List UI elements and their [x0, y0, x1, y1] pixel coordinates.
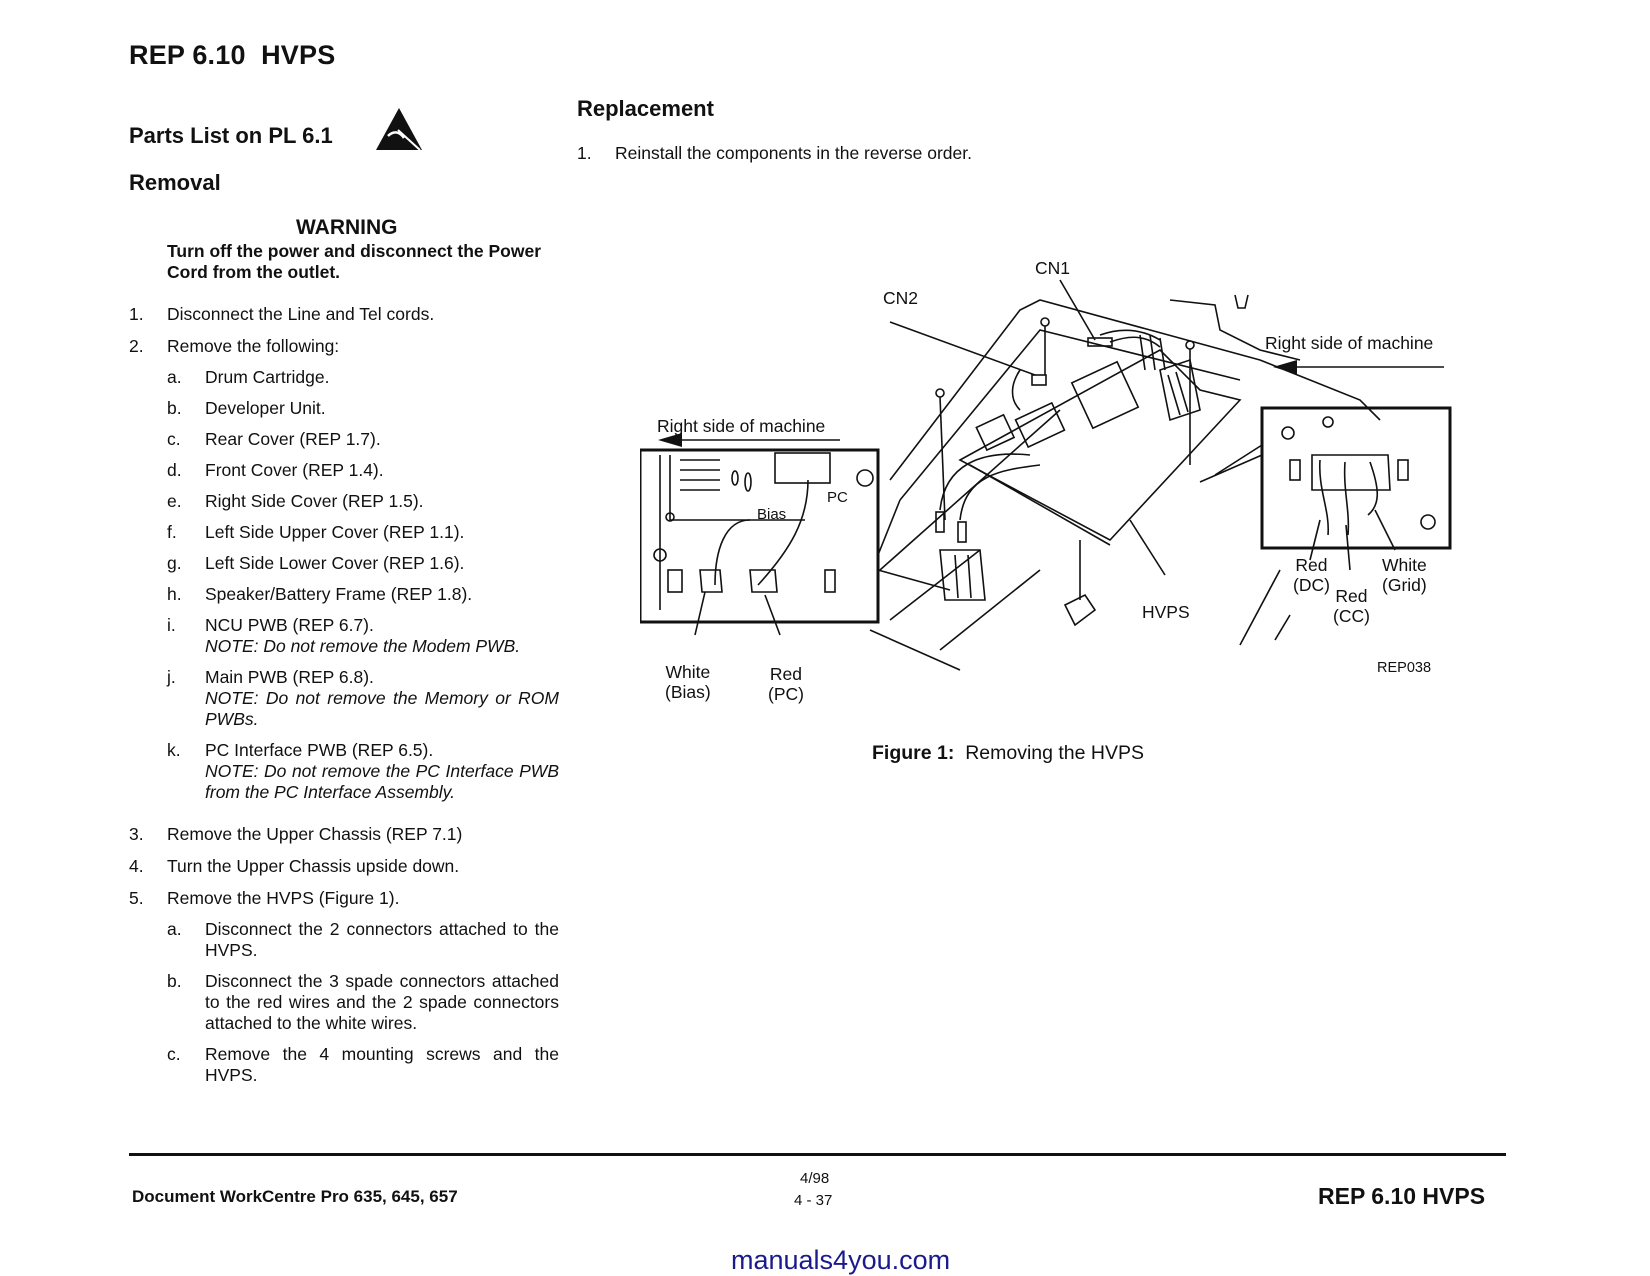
sub-step: c. Remove the 4 mounting screws and the H… [167, 1044, 559, 1086]
sub-step-text: Disconnect the 3 spade connectors attach… [205, 971, 559, 1033]
figure-id: REP038 [1377, 660, 1432, 676]
sub-step-text: Main PWB (REP 6.8). [205, 667, 374, 687]
sub-step: b. Developer Unit. [167, 398, 559, 419]
sub-step-text: NCU PWB (REP 6.7). [205, 615, 374, 635]
figure-caption: Figure 1: Removing the HVPS [872, 742, 1144, 765]
sub-step: f. Left Side Upper Cover (REP 1.1). [167, 522, 559, 543]
page-title: REP 6.10 HVPS [129, 40, 336, 70]
sub-step-letter: b. [167, 398, 182, 418]
label-hvps: HVPS [1142, 602, 1190, 622]
sub-step: d. Front Cover (REP 1.4). [167, 460, 559, 481]
esd-warning-triangle-icon [376, 108, 422, 151]
label-cn2: CN2 [883, 288, 919, 308]
label-white-bias: White (Bias) [665, 662, 711, 702]
sub-step-text: Remove the 4 mounting screws and the HVP… [205, 1044, 559, 1085]
hvps-board [958, 349, 1242, 541]
sub-step-letter: f. [167, 522, 177, 542]
sub-step-note: NOTE: Do not remove the PC Interface PWB… [205, 761, 559, 802]
hvps-line-drawing [640, 279, 1452, 671]
sub-step: e. Right Side Cover (REP 1.5). [167, 491, 559, 512]
warning-text: Turn off the power and disconnect the Po… [167, 241, 542, 282]
sub-step: j. Main PWB (REP 6.8). NOTE: Do not remove… [167, 667, 559, 730]
sub-step: a. Disconnect the 2 connectors attached t… [167, 919, 559, 961]
warning-title: WARNING [296, 216, 398, 239]
sub-step-text: Left Side Lower Cover (REP 1.6). [205, 553, 465, 573]
sub-step: b. Disconnect the 3 spade connectors atta… [167, 971, 559, 1034]
label-white-grid: White (Grid) [1382, 555, 1427, 595]
footer-date: 4/98 [800, 1170, 830, 1187]
label-red-dc: Red (DC) [1293, 555, 1330, 595]
step-number: 4. [129, 856, 144, 876]
replacement-step: 1. Reinstall the components in the rever… [577, 143, 972, 164]
sub-step-letter: c. [167, 429, 181, 449]
step-text: Remove the following: [167, 336, 340, 356]
sub-step-text: Speaker/Battery Frame (REP 1.8). [205, 584, 473, 604]
sub-step-letter: e. [167, 491, 182, 511]
step-text: Disconnect the Line and Tel cords. [167, 304, 435, 324]
sub-step-letter: d. [167, 460, 182, 480]
removal-heading: Removal [129, 170, 221, 195]
removal-step: 3. Remove the Upper Chassis (REP 7.1) [129, 824, 559, 845]
sub-step-letter: g. [167, 553, 182, 573]
step-text: Turn the Upper Chassis upside down. [167, 856, 460, 876]
sub-step-letter: a. [167, 367, 182, 387]
sub-step-letter: h. [167, 584, 182, 604]
footer-rule [129, 1153, 1506, 1156]
step-number: 1. [577, 143, 592, 163]
parts-list-heading: Parts List on PL 6.1 [129, 123, 333, 148]
sub-step: c. Rear Cover (REP 1.7). [167, 429, 559, 450]
sub-step-text: Front Cover (REP 1.4). [205, 460, 384, 480]
footer-product: Document WorkCentre Pro 635, 645, 657 [132, 1187, 458, 1206]
label-cn1: CN1 [1035, 258, 1071, 278]
caption-text: Removing the HVPS [965, 742, 1145, 764]
footer-section: REP 6.10 HVPS [1318, 1183, 1486, 1209]
sub-step-letter: i. [167, 615, 176, 635]
label-red-cc: Red (CC) [1333, 586, 1370, 626]
step-text: Reinstall the components in the reverse … [615, 143, 972, 163]
sub-step: k. PC Interface PWB (REP 6.5). NOTE: Do no… [167, 740, 559, 803]
footer-page-number: 4 - 37 [794, 1192, 833, 1209]
step-number: 3. [129, 824, 144, 844]
label-right-side-right: Right side of machine [1265, 333, 1434, 353]
sub-step: g. Left Side Lower Cover (REP 1.6). [167, 553, 559, 574]
sub-step-text: PC Interface PWB (REP 6.5). [205, 740, 434, 760]
inset-left [640, 448, 880, 624]
step-text: Remove the Upper Chassis (REP 7.1) [167, 824, 463, 844]
sub-step: i. NCU PWB (REP 6.7). NOTE: Do not remove … [167, 615, 559, 657]
label-red-pc: Red (PC) [768, 664, 804, 704]
sub-step-text: Developer Unit. [205, 398, 326, 418]
sub-step-note: NOTE: Do not remove the Memory or ROM PW… [205, 688, 559, 729]
step-number: 2. [129, 336, 144, 356]
sub-step: h. Speaker/Battery Frame (REP 1.8). [167, 584, 559, 605]
sub-step-letter: c. [167, 1044, 181, 1064]
removal-steps: 1. Disconnect the Line and Tel cords. 2. Re… [129, 304, 559, 1107]
sub-step-letter: j. [167, 667, 176, 687]
label-bias: Bias [757, 506, 787, 523]
sub-step-text: Left Side Upper Cover (REP 1.1). [205, 522, 465, 542]
removal-step: 4. Turn the Upper Chassis upside down. [129, 856, 559, 877]
step-number: 1. [129, 304, 144, 324]
label-pc: PC [827, 489, 848, 506]
removal-step: 1. Disconnect the Line and Tel cords. [129, 304, 559, 325]
sub-step-letter: a. [167, 919, 182, 939]
step-number: 5. [129, 888, 144, 908]
sub-step: a. Drum Cartridge. [167, 367, 559, 388]
caption-label: Figure 1: [872, 742, 955, 764]
sub-step-letter: k. [167, 740, 181, 760]
sub-step-text: Drum Cartridge. [205, 367, 330, 387]
removal-step: 2. Remove the following: a. Drum Cartridge.… [129, 336, 559, 813]
sub-step-text: Rear Cover (REP 1.7). [205, 429, 381, 449]
chassis-frame [889, 299, 1381, 481]
label-right-side-left: Right side of machine [657, 416, 826, 436]
hvps-removal-figure: CN1 CN2 Right side of machine Right side… [640, 250, 1470, 730]
sub-step-text: Right Side Cover (REP 1.5). [205, 491, 424, 511]
removal-step: 5. Remove the HVPS (Figure 1). a. Disconnec… [129, 888, 559, 1096]
sub-step-letter: b. [167, 971, 182, 991]
replacement-heading: Replacement [577, 96, 714, 121]
sub-step-text: Disconnect the 2 connectors attached to … [205, 919, 559, 960]
watermark-link[interactable]: manuals4you.com [731, 1245, 950, 1276]
sub-step-note: NOTE: Do not remove the Modem PWB. [205, 636, 521, 656]
step-text: Remove the HVPS (Figure 1). [167, 888, 400, 908]
